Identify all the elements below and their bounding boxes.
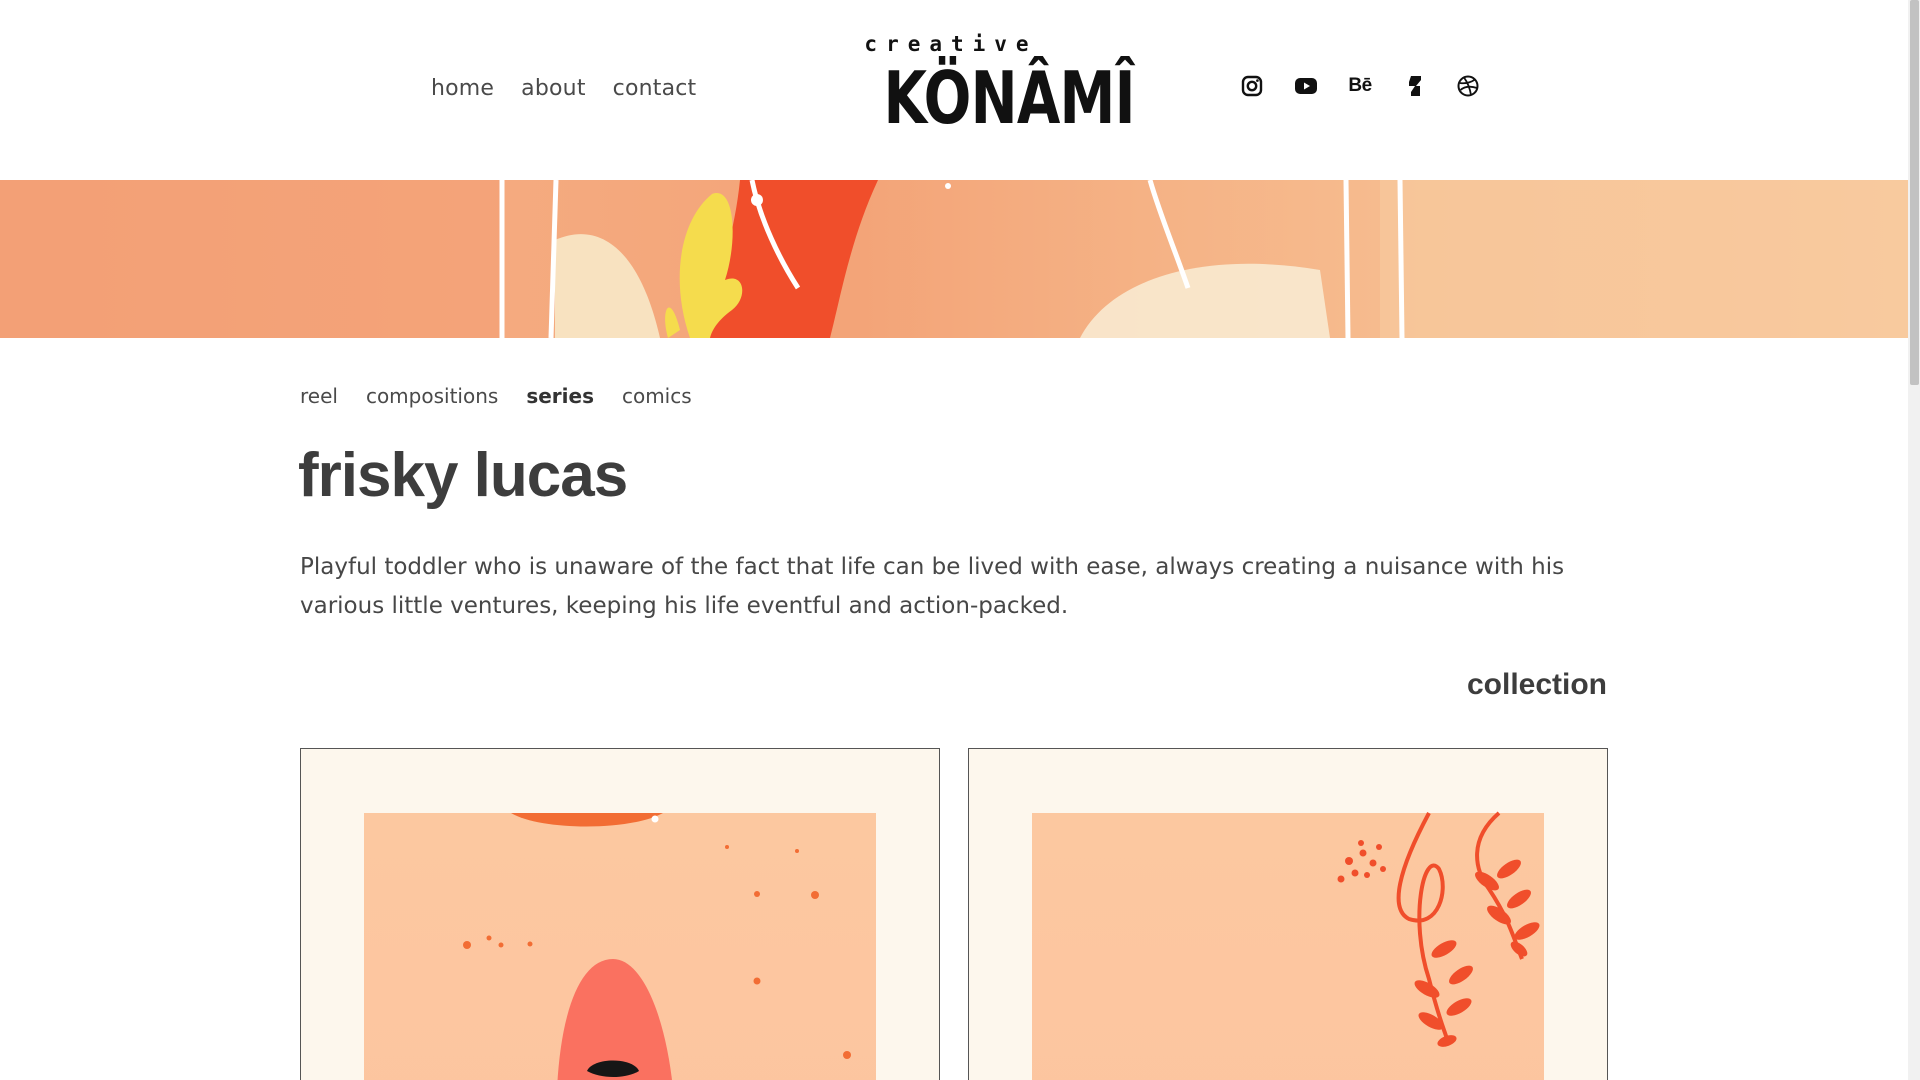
nav-about-link[interactable]: about bbox=[521, 76, 585, 101]
tab-comics[interactable]: comics bbox=[622, 384, 692, 408]
series-description: Playful toddler who is unaware of the fa… bbox=[300, 554, 1565, 619]
page-title: frisky lucas bbox=[298, 441, 628, 510]
nav-home-link[interactable]: home bbox=[431, 76, 494, 101]
social-links: Bē bbox=[1240, 74, 1480, 98]
instagram-icon[interactable] bbox=[1240, 74, 1264, 98]
hero-banner bbox=[0, 180, 1908, 338]
deviantart-icon[interactable] bbox=[1402, 74, 1426, 98]
tab-series[interactable]: series bbox=[526, 384, 594, 408]
site-logo[interactable]: creative KÖNÂMÎ bbox=[848, 30, 1135, 138]
tab-reel[interactable]: reel bbox=[300, 384, 338, 408]
logo-wordmark: KÖNÂMÎ bbox=[883, 56, 1135, 140]
artwork-illustration bbox=[463, 813, 851, 1080]
collection-item[interactable] bbox=[300, 748, 940, 1080]
nav-contact-link[interactable]: contact bbox=[613, 76, 697, 101]
behance-icon[interactable]: Bē bbox=[1348, 74, 1372, 98]
main-nav: home about contact bbox=[431, 76, 696, 101]
artwork-illustration bbox=[1337, 811, 1540, 1047]
logo-tagline: creative bbox=[864, 32, 1038, 56]
site-header: home about contact creative KÖNÂMÎ Bē bbox=[0, 0, 1908, 180]
dribbble-icon[interactable] bbox=[1456, 74, 1480, 98]
youtube-icon[interactable] bbox=[1294, 74, 1318, 98]
scrollbar-thumb[interactable] bbox=[1910, 0, 1919, 385]
collection-heading: collection bbox=[1466, 668, 1607, 701]
category-nav: reel compositions series comics bbox=[300, 384, 692, 408]
banner-illustration bbox=[0, 180, 1908, 338]
tab-compositions[interactable]: compositions bbox=[366, 384, 498, 408]
collection-item[interactable] bbox=[968, 748, 1608, 1080]
